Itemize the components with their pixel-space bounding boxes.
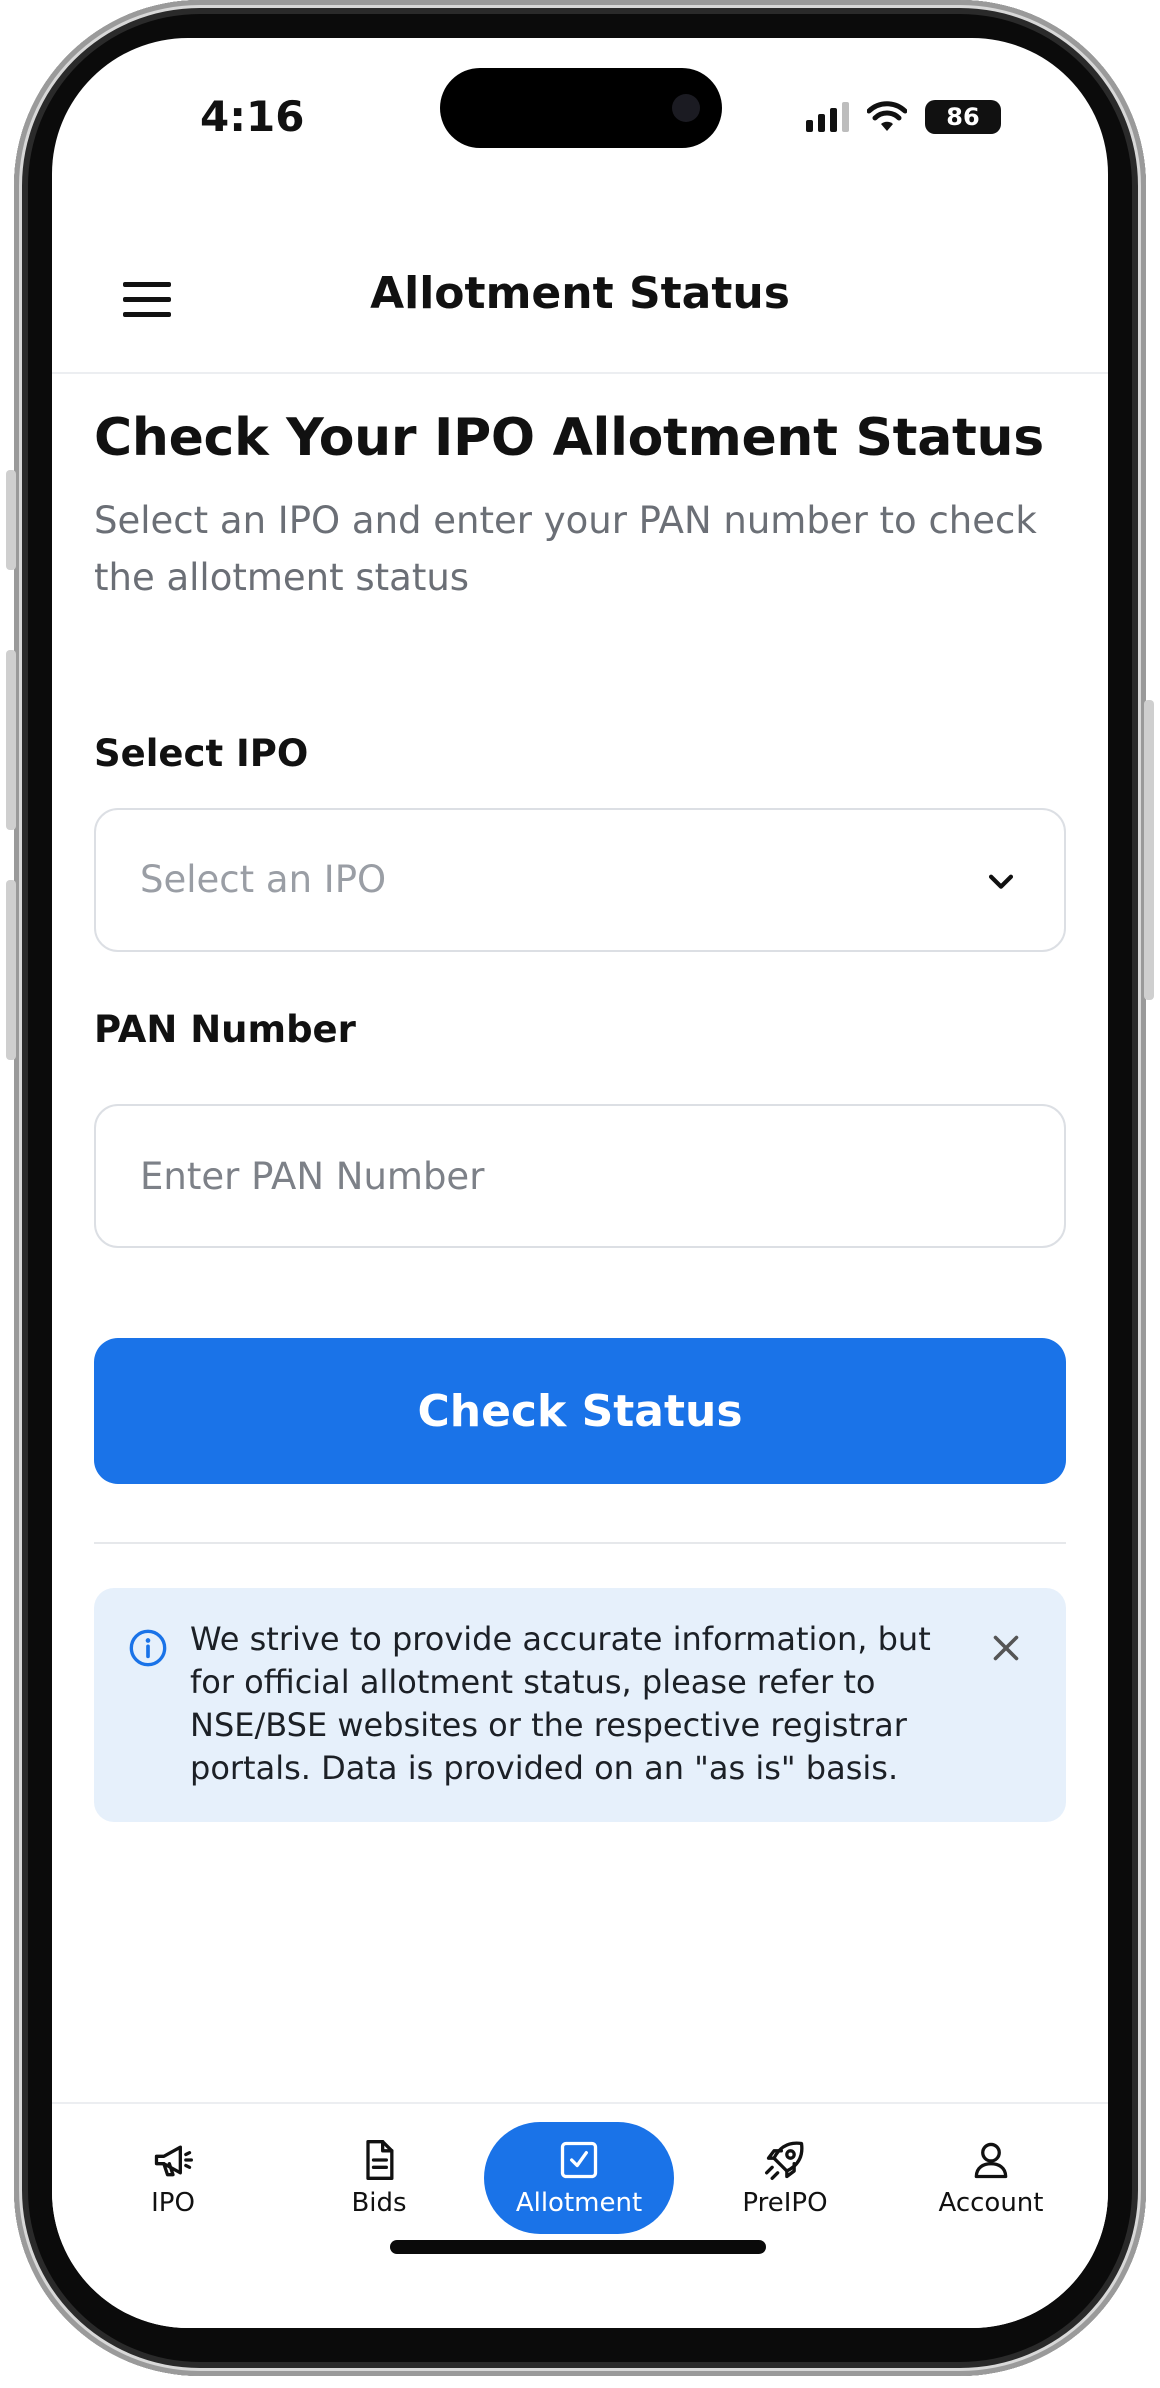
nav-item-allotment[interactable]: Allotment	[484, 2122, 674, 2234]
disclaimer-notice: We strive to provide accurate informatio…	[94, 1588, 1066, 1822]
silent-switch	[6, 470, 16, 570]
checkbox-icon	[560, 2141, 598, 2179]
check-status-button[interactable]: Check Status	[94, 1338, 1066, 1484]
select-ipo-label: Select IPO	[94, 732, 309, 775]
nav-label-allotment: Allotment	[515, 2188, 643, 2218]
info-icon	[129, 1629, 167, 1667]
nav-label-bids: Bids	[351, 2188, 407, 2218]
camera-icon	[672, 94, 700, 122]
person-icon	[974, 2142, 1008, 2179]
bottom-nav: IPO Bids Allotment PreIPO Account	[52, 2102, 1108, 2328]
cellular-signal-icon	[806, 102, 849, 132]
form-heading: Check Your IPO Allotment Status	[94, 408, 1044, 468]
wifi-icon	[867, 101, 907, 131]
allotment-form: Check Your IPO Allotment Status Select a…	[94, 408, 1066, 1822]
disclaimer-text: We strive to provide accurate informatio…	[190, 1620, 931, 1787]
pan-field	[94, 1104, 1066, 1248]
volume-up-button	[6, 650, 16, 830]
pan-input[interactable]	[96, 1106, 1064, 1246]
megaphone-icon	[154, 2145, 193, 2177]
nav-item-account[interactable]: Account	[896, 2122, 1086, 2234]
screen: 4:16 86 Allotment Status Check Your IPO …	[52, 38, 1108, 2328]
nav-item-preipo[interactable]: PreIPO	[690, 2122, 880, 2234]
rocket-icon	[765, 2141, 804, 2180]
page-title: Allotment Status	[370, 268, 790, 319]
power-button	[1144, 700, 1154, 1000]
nav-label-account: Account	[938, 2188, 1044, 2218]
ipo-select[interactable]: Select an IPO	[94, 808, 1066, 952]
pan-number-label: PAN Number	[94, 1008, 356, 1051]
divider	[94, 1542, 1066, 1544]
nav-label-preipo: PreIPO	[742, 2188, 828, 2218]
nav-item-bids[interactable]: Bids	[284, 2122, 474, 2234]
app-header: Allotment Status	[52, 238, 1108, 374]
document-icon	[366, 2140, 394, 2180]
battery-indicator: 86	[925, 100, 1001, 134]
nav-item-ipo[interactable]: IPO	[78, 2122, 268, 2234]
form-subheading: Select an IPO and enter your PAN number …	[94, 499, 1037, 599]
volume-down-button	[6, 880, 16, 1060]
home-indicator[interactable]	[390, 2240, 766, 2254]
status-indicators: 86	[806, 100, 1001, 134]
nav-label-ipo: IPO	[151, 2188, 195, 2218]
ipo-select-placeholder: Select an IPO	[140, 858, 387, 901]
status-time: 4:16	[200, 92, 305, 141]
close-icon[interactable]	[988, 1630, 1024, 1666]
chevron-down-icon	[988, 874, 1014, 889]
dynamic-island	[440, 68, 722, 148]
